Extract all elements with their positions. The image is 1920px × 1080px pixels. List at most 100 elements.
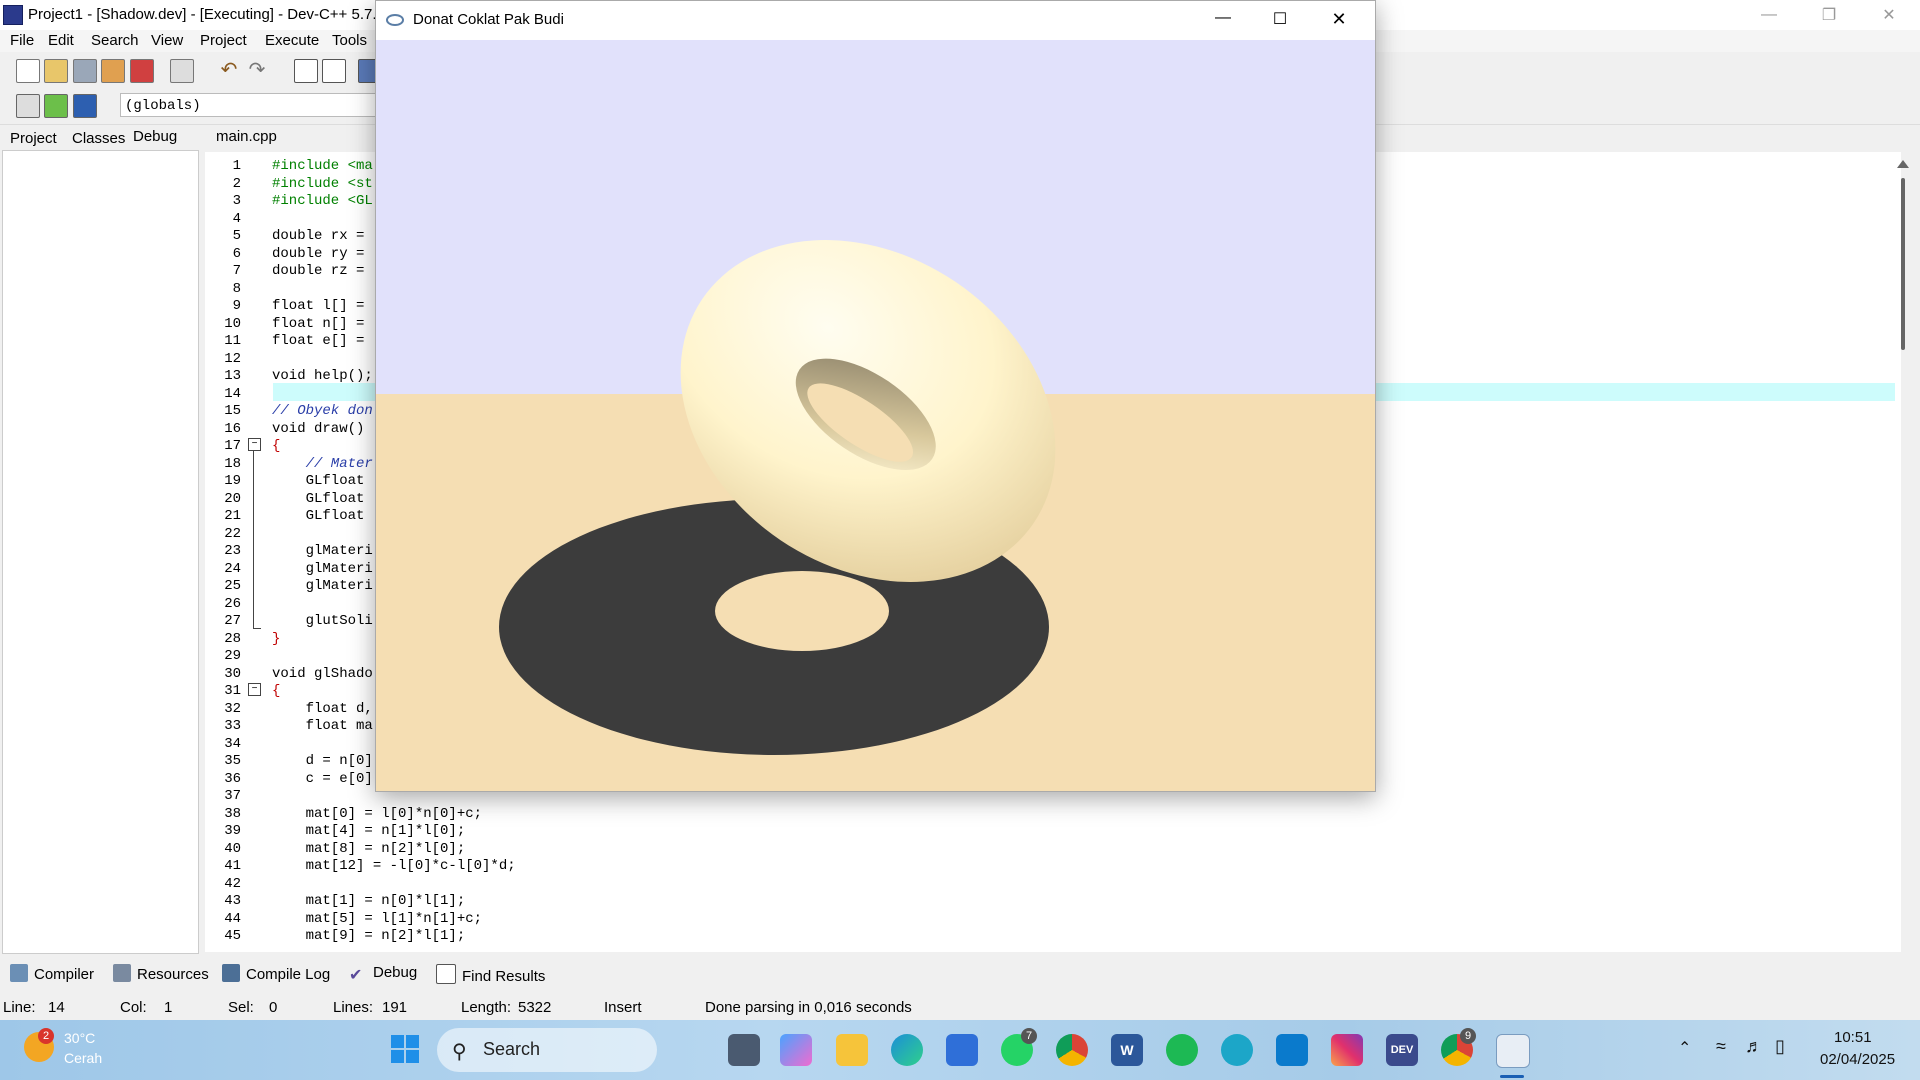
glut-app-icon — [386, 14, 404, 26]
canva-icon[interactable] — [1221, 1034, 1253, 1066]
tab-debug-output[interactable]: ✔ Debug — [349, 964, 417, 984]
windows-taskbar: 2 30°C Cerah ⚲ Search 7 W DEV 9 ⌃ ≈ ♬ ▯ — [0, 1020, 1920, 1080]
tab-resources[interactable]: Resources — [113, 964, 209, 983]
code-line: mat[0] = l[0]*n[0]+c; — [272, 805, 483, 822]
status-col-label: Col: — [120, 999, 147, 1016]
class-browser-icon[interactable] — [16, 94, 40, 118]
close-icon: ✕ — [1882, 7, 1896, 24]
clock-time[interactable]: 10:51 — [1834, 1029, 1872, 1046]
menu-search[interactable]: Search — [91, 32, 139, 49]
redo-icon[interactable]: ↷ — [246, 59, 268, 81]
battery-icon[interactable]: ▯ — [1775, 1036, 1785, 1057]
instagram-icon[interactable] — [1331, 1034, 1363, 1066]
line-number: 7 — [232, 263, 241, 279]
menu-view[interactable]: View — [151, 32, 183, 49]
new-file-icon[interactable] — [16, 59, 40, 83]
minimize-button[interactable]: — — [1740, 0, 1798, 30]
code-line: GLfloat — [272, 473, 373, 489]
glut-window[interactable]: Donat Coklat Pak Budi — ☐ ✕ — [375, 0, 1376, 792]
line-number: 42 — [224, 875, 241, 892]
tab-classes[interactable]: Classes — [72, 130, 125, 147]
glut-close-button[interactable]: ✕ — [1326, 9, 1352, 33]
code-line: #include <ma — [272, 158, 373, 174]
chrome-icon[interactable] — [1056, 1034, 1088, 1066]
spotify-icon[interactable] — [1166, 1034, 1198, 1066]
print-icon[interactable] — [170, 59, 194, 83]
file-explorer-icon[interactable] — [836, 1034, 868, 1066]
show-hidden-icons-chevron-icon[interactable]: ⌃ — [1678, 1038, 1691, 1058]
code-line: glMateri — [272, 560, 373, 577]
line-number: 30 — [224, 665, 241, 682]
open-file-icon[interactable] — [44, 59, 68, 83]
devcpp-logo-icon — [3, 5, 23, 25]
task-view-icon[interactable] — [728, 1034, 760, 1066]
wifi-icon[interactable]: ≈ — [1716, 1036, 1726, 1057]
status-message: Done parsing in 0,016 seconds — [705, 999, 912, 1016]
globals-dropdown[interactable]: (globals) — [120, 93, 380, 117]
fold-toggle-draw[interactable]: − — [248, 438, 261, 451]
code-line: float d, — [272, 700, 373, 717]
find-icon[interactable] — [294, 59, 318, 83]
bookmark-icon[interactable] — [73, 94, 97, 118]
weather-desc[interactable]: Cerah — [64, 1050, 102, 1066]
save-icon[interactable] — [73, 59, 97, 83]
tab-compiler[interactable]: Compiler — [10, 964, 94, 983]
line-number: 10 — [224, 315, 241, 332]
tab-compile-log[interactable]: Compile Log — [222, 964, 330, 983]
copilot-icon[interactable] — [780, 1034, 812, 1066]
save-all-icon[interactable] — [101, 59, 125, 83]
line-number: 43 — [224, 893, 241, 909]
line-number: 24 — [224, 560, 241, 577]
weather-temp[interactable]: 30°C — [64, 1030, 95, 1046]
close-button[interactable]: ✕ — [1860, 0, 1918, 30]
menu-execute[interactable]: Execute — [265, 32, 319, 49]
tab-resources-label: Resources — [137, 966, 209, 983]
code-line: mat[9] = n[2]*l[1]; — [272, 928, 466, 944]
line-number: 37 — [224, 788, 241, 804]
line-number: 32 — [224, 700, 241, 717]
edge-icon[interactable] — [891, 1034, 923, 1066]
line-number: 16 — [224, 420, 241, 437]
tab-find-results[interactable]: Find Results — [436, 964, 545, 985]
scrollbar-thumb[interactable] — [1901, 178, 1905, 350]
code-line: { — [272, 438, 281, 454]
menu-edit[interactable]: Edit — [48, 32, 74, 49]
microsoft-store-icon[interactable] — [946, 1034, 978, 1066]
opengl-scene-canvas[interactable] — [376, 40, 1375, 791]
project-browser-panel[interactable] — [2, 150, 199, 954]
undo-icon[interactable]: ↶ — [218, 59, 240, 81]
tab-debug[interactable]: Debug — [133, 128, 177, 145]
vscode-icon[interactable] — [1276, 1034, 1308, 1066]
close-file-icon[interactable] — [130, 59, 154, 83]
glut-minimize-button[interactable]: — — [1210, 9, 1236, 33]
taskbar-search-box[interactable] — [437, 1028, 657, 1072]
glut-taskbar-icon[interactable] — [1496, 1034, 1530, 1068]
glut-titlebar[interactable]: Donat Coklat Pak Budi — ☐ ✕ — [376, 1, 1375, 40]
word-icon[interactable]: W — [1111, 1034, 1143, 1066]
tab-project[interactable]: Project — [10, 130, 57, 147]
tab-main-cpp[interactable]: main.cpp — [216, 128, 277, 145]
menu-tools[interactable]: Tools — [332, 32, 367, 49]
devcpp-taskbar-icon[interactable]: DEV — [1386, 1034, 1418, 1066]
resources-icon — [113, 964, 131, 982]
clock-date[interactable]: 02/04/2025 — [1820, 1051, 1895, 1068]
code-line: GLfloat — [272, 490, 373, 507]
scroll-up-arrow-icon[interactable] — [1897, 160, 1909, 168]
volume-icon[interactable]: ♬ — [1745, 1036, 1763, 1057]
line-number: 35 — [224, 753, 241, 769]
start-button[interactable] — [390, 1034, 420, 1064]
code-line: void draw() — [272, 420, 373, 437]
left-panel-tabs: Project Classes Debug — [0, 124, 200, 150]
code-line: glutSoli — [272, 613, 373, 629]
fold-toggle-glshadow[interactable]: − — [248, 683, 261, 696]
code-line: void glShado — [272, 665, 373, 682]
minimize-icon: — — [1761, 6, 1777, 23]
restore-button[interactable]: ❐ — [1800, 0, 1858, 30]
menu-project[interactable]: Project — [200, 32, 247, 49]
menu-file[interactable]: File — [10, 32, 34, 49]
glut-maximize-button[interactable]: ☐ — [1267, 9, 1293, 33]
goto-icon[interactable] — [44, 94, 68, 118]
status-sel-label: Sel: — [228, 999, 254, 1016]
replace-icon[interactable] — [322, 59, 346, 83]
window-title: Project1 - [Shadow.dev] - [Executing] - … — [28, 6, 377, 23]
